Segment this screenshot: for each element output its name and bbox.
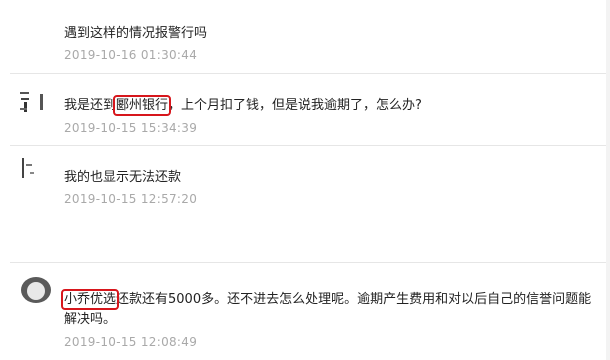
avatar[interactable] bbox=[18, 275, 54, 305]
comment-text: 我的也显示无法还款 bbox=[64, 170, 182, 185]
avatar[interactable] bbox=[18, 154, 54, 184]
comment-text-part: ，上个月扣了钱，但是说我逾期了，怎么办? bbox=[168, 98, 422, 113]
comment-item: 我是还到郾州银行，上个月扣了钱，但是说我逾期了，怎么办? 2019-10-15 … bbox=[0, 74, 610, 144]
comment-timestamp: 2019-10-15 12:57:20 bbox=[64, 192, 198, 206]
highlighted-product-name: 小乔优选 bbox=[60, 289, 120, 310]
highlighted-bank-name: 郾州银行 bbox=[113, 95, 172, 116]
comment-text: 小乔优选还款还有5000多。还不进去怎么处理呢。逾期产生费用和对以后自己的信誉问… bbox=[60, 289, 594, 330]
comment-item: 遇到这样的情况报警行吗 2019-10-16 01:30:44 bbox=[0, 0, 610, 70]
comment-timestamp: 2019-10-15 15:34:39 bbox=[64, 121, 198, 135]
comment-timestamp: 2019-10-16 01:30:44 bbox=[64, 48, 198, 62]
comment-item: 小乔优选还款还有5000多。还不进去怎么处理呢。逾期产生费用和对以后自己的信誉问… bbox=[0, 263, 610, 360]
comment-item: 我的也显示无法还款 2019-10-15 12:57:20 bbox=[0, 146, 610, 256]
comment-text: 我是还到郾州银行，上个月扣了钱，但是说我逾期了，怎么办? bbox=[64, 95, 422, 116]
comment-text-part: 还款还有5000多。还不进去怎么处理呢。逾期产生费用和对以后自己的信誉问题能解决… bbox=[64, 292, 592, 327]
comment-text: 遇到这样的情况报警行吗 bbox=[64, 26, 208, 41]
avatar[interactable] bbox=[18, 86, 54, 116]
comment-timestamp: 2019-10-15 12:08:49 bbox=[64, 335, 198, 349]
comment-text-part: 我是还到 bbox=[64, 98, 117, 113]
scrollbar[interactable] bbox=[606, 0, 610, 360]
